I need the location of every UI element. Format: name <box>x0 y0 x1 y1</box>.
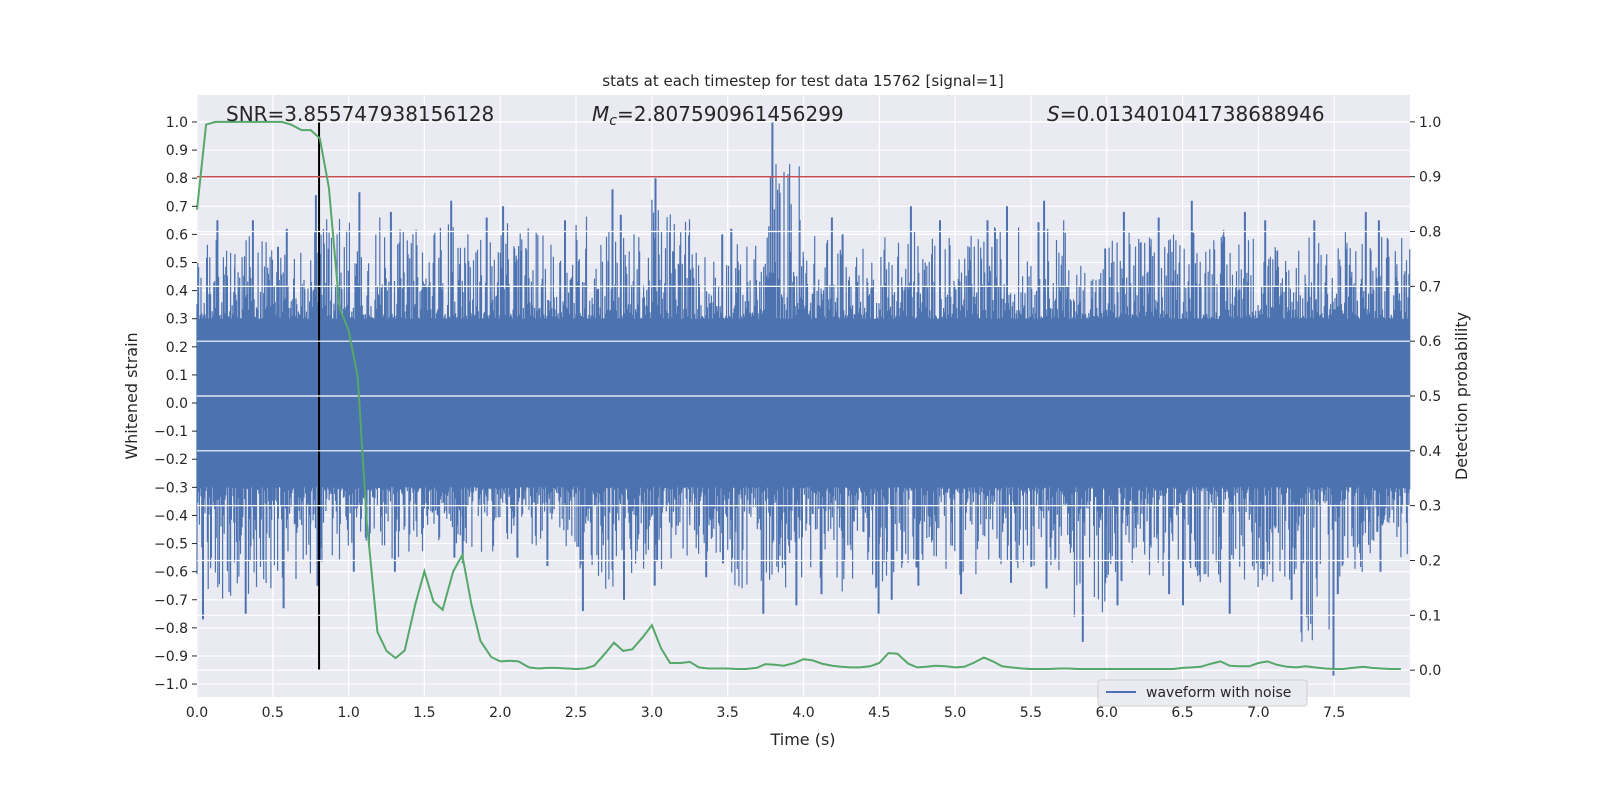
figure: 0.0 0.5 1.0 1.5 2.0 2.5 3.0 3.5 4.0 4.5 5.0 5.5 6.0 6… <box>122 72 1471 749</box>
y2-tick-label: 0.3 <box>1419 499 1441 515</box>
y-tick-label: −0.1 <box>154 424 188 440</box>
y-tick-label: 0.0 <box>166 396 188 412</box>
y-axis-label: Whitened strain <box>122 332 141 459</box>
y-tick-label: 0.3 <box>166 312 188 328</box>
y-tick-label: 0.7 <box>166 199 188 215</box>
chart-title: stats at each timestep for test data 157… <box>602 72 1003 90</box>
y-tick-label: 0.6 <box>166 227 188 243</box>
y2-tick-label: 0.8 <box>1419 225 1441 241</box>
x-tick-label: 4.0 <box>792 705 814 721</box>
y2-tick-label: 0.6 <box>1419 334 1441 350</box>
y2-axis-label: Detection probability <box>1452 312 1471 480</box>
x-tick-label: 3.5 <box>717 705 739 721</box>
x-tick-label: 5.5 <box>1020 705 1042 721</box>
y-tick-label: −0.5 <box>154 537 188 553</box>
y-tick-label: −1.0 <box>154 677 188 693</box>
y-tick-label: −0.7 <box>154 593 188 609</box>
y-tick-label: −0.6 <box>154 565 188 581</box>
x-tick-label: 6.0 <box>1096 705 1118 721</box>
x-tick-label: 3.0 <box>641 705 663 721</box>
chirp-mass-annotation: Mc=2.807590961456299 <box>592 102 844 129</box>
s-annotation: S=0.013401041738688946 <box>1047 102 1325 126</box>
y2-tick-label: 0.2 <box>1419 553 1441 569</box>
y-tick-label: 0.2 <box>166 340 188 356</box>
y-tick-label: −0.2 <box>154 452 188 468</box>
y-tick-label: 0.8 <box>166 171 188 187</box>
y-tick-label: 0.9 <box>166 143 188 159</box>
y2-tick-label: 1.0 <box>1419 115 1441 131</box>
y2-tick-label: 0.5 <box>1419 389 1441 405</box>
y-tick-label: −0.9 <box>154 649 188 665</box>
x-tick-label: 4.5 <box>868 705 890 721</box>
x-axis-label: Time (s) <box>769 730 835 749</box>
x-tick-label: 7.5 <box>1323 705 1345 721</box>
y-tick-label: 0.1 <box>166 368 188 384</box>
y2-tick-label: 0.1 <box>1419 608 1441 624</box>
y-tick-label: −0.3 <box>154 480 188 496</box>
y-tick-label: 1.0 <box>166 115 188 131</box>
y-tick-label: −0.8 <box>154 621 188 637</box>
y2-tick-label: 0.0 <box>1419 663 1441 679</box>
snr-annotation: SNR=3.855747938156128 <box>226 102 494 126</box>
x-tick-label: 5.0 <box>944 705 966 721</box>
y2-tick-label: 0.9 <box>1419 170 1441 186</box>
x-tick-label: 1.5 <box>413 705 435 721</box>
y2-tick-label: 0.4 <box>1419 444 1441 460</box>
y2-tick-label: 0.7 <box>1419 279 1441 295</box>
y-tick-label: −0.4 <box>154 508 188 524</box>
x-tick-label: 0.5 <box>262 705 284 721</box>
legend: waveform with noise <box>1097 679 1308 707</box>
legend-label: waveform with noise <box>1146 685 1291 701</box>
y-tick-label: 0.4 <box>166 284 188 300</box>
y-tick-label: 0.5 <box>166 256 188 272</box>
x-tick-label: 2.5 <box>565 705 587 721</box>
x-tick-label: 2.0 <box>489 705 511 721</box>
x-tick-label: 7.0 <box>1247 705 1269 721</box>
x-tick-label: 6.5 <box>1171 705 1193 721</box>
x-tick-label: 1.0 <box>337 705 359 721</box>
x-tick-label: 0.0 <box>186 705 208 721</box>
